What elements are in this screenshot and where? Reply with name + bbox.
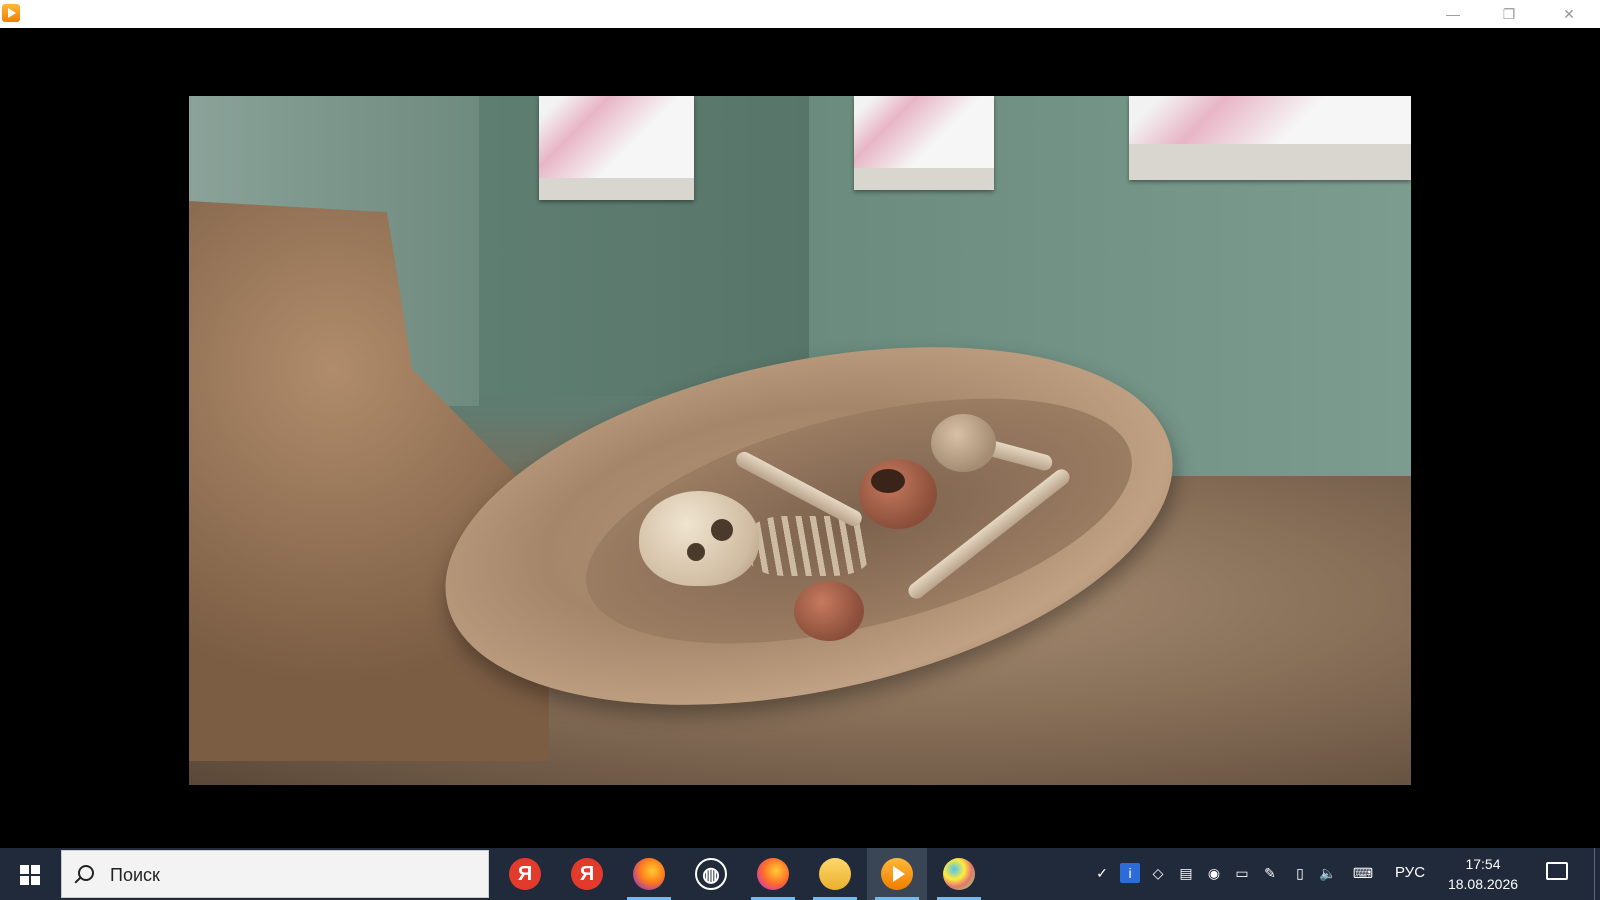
usb-icon[interactable]: ▯ (1290, 863, 1310, 883)
search-box[interactable]: Поиск (61, 850, 489, 898)
info-icon[interactable]: i (1120, 863, 1140, 883)
notifications-icon[interactable] (1546, 862, 1568, 880)
taskbar-app-yandex[interactable]: Я (557, 848, 617, 900)
eye-socket (687, 543, 705, 561)
globe-icon: ◍ (695, 858, 727, 890)
clay-pot (794, 581, 864, 641)
player-icon[interactable] (2, 4, 20, 22)
clock-time: 17:54 (1465, 856, 1501, 872)
taskbar-app-file-explorer[interactable] (805, 848, 865, 900)
eye-socket (711, 519, 733, 541)
taskbar-app-firefox-dev[interactable] (743, 848, 803, 900)
vk-icon[interactable]: ✓ (1092, 863, 1112, 883)
clock-date: 18.08.2026 (1447, 876, 1519, 892)
yandex-icon: Я (571, 858, 603, 890)
dropbox-icon[interactable]: ◇ (1148, 863, 1168, 883)
stack-icon[interactable]: ▤ (1176, 863, 1196, 883)
start-button[interactable] (0, 848, 60, 900)
taskbar-app-paint[interactable] (929, 848, 989, 900)
pen-icon[interactable]: ✎ (1260, 863, 1280, 883)
paint-icon (943, 858, 975, 890)
maximize-button[interactable]: ❐ (1486, 0, 1532, 28)
keyboard-icon[interactable]: ⌨ (1348, 863, 1378, 883)
clock[interactable]: 17:54 18.08.2026 (1443, 854, 1523, 894)
taskbar-app-globe[interactable]: ◍ (681, 848, 741, 900)
clay-pot (931, 414, 996, 472)
wall-poster (539, 96, 694, 200)
window-titlebar: — ❐ ✕ (0, 0, 1600, 28)
wall-poster (854, 96, 994, 190)
video-frame[interactable] (189, 96, 1411, 785)
steam-icon[interactable]: ◉ (1204, 863, 1224, 883)
taskbar: Поиск Я Я ◍ ✓ i ◇ ▤ ◉ ▭ ✎ ▯ 🔈 ⌨ РУС 17:5… (0, 848, 1600, 900)
taskbar-app-yandex-browser[interactable]: Я (495, 848, 555, 900)
video-area[interactable] (0, 28, 1600, 848)
network-icon[interactable]: ▭ (1232, 863, 1252, 883)
taskbar-app-media-player[interactable] (867, 848, 927, 900)
language-indicator[interactable]: РУС (1395, 864, 1425, 881)
volume-icon[interactable]: 🔈 (1318, 863, 1338, 883)
yandex-browser-icon: Я (509, 858, 541, 890)
media-player-icon (881, 858, 913, 890)
folder-icon (819, 858, 851, 890)
minimize-button[interactable]: — (1430, 0, 1476, 28)
search-placeholder: Поиск (110, 865, 160, 885)
skull (639, 491, 759, 586)
show-desktop-button[interactable] (1594, 848, 1600, 900)
taskbar-app-firefox[interactable] (619, 848, 679, 900)
windows-logo-icon (20, 865, 40, 885)
close-button[interactable]: ✕ (1546, 0, 1592, 28)
firefox-dev-icon (757, 858, 789, 890)
firefox-icon (633, 858, 665, 890)
search-icon (78, 865, 94, 881)
clay-pot (859, 459, 937, 529)
wall-poster (1129, 96, 1411, 180)
